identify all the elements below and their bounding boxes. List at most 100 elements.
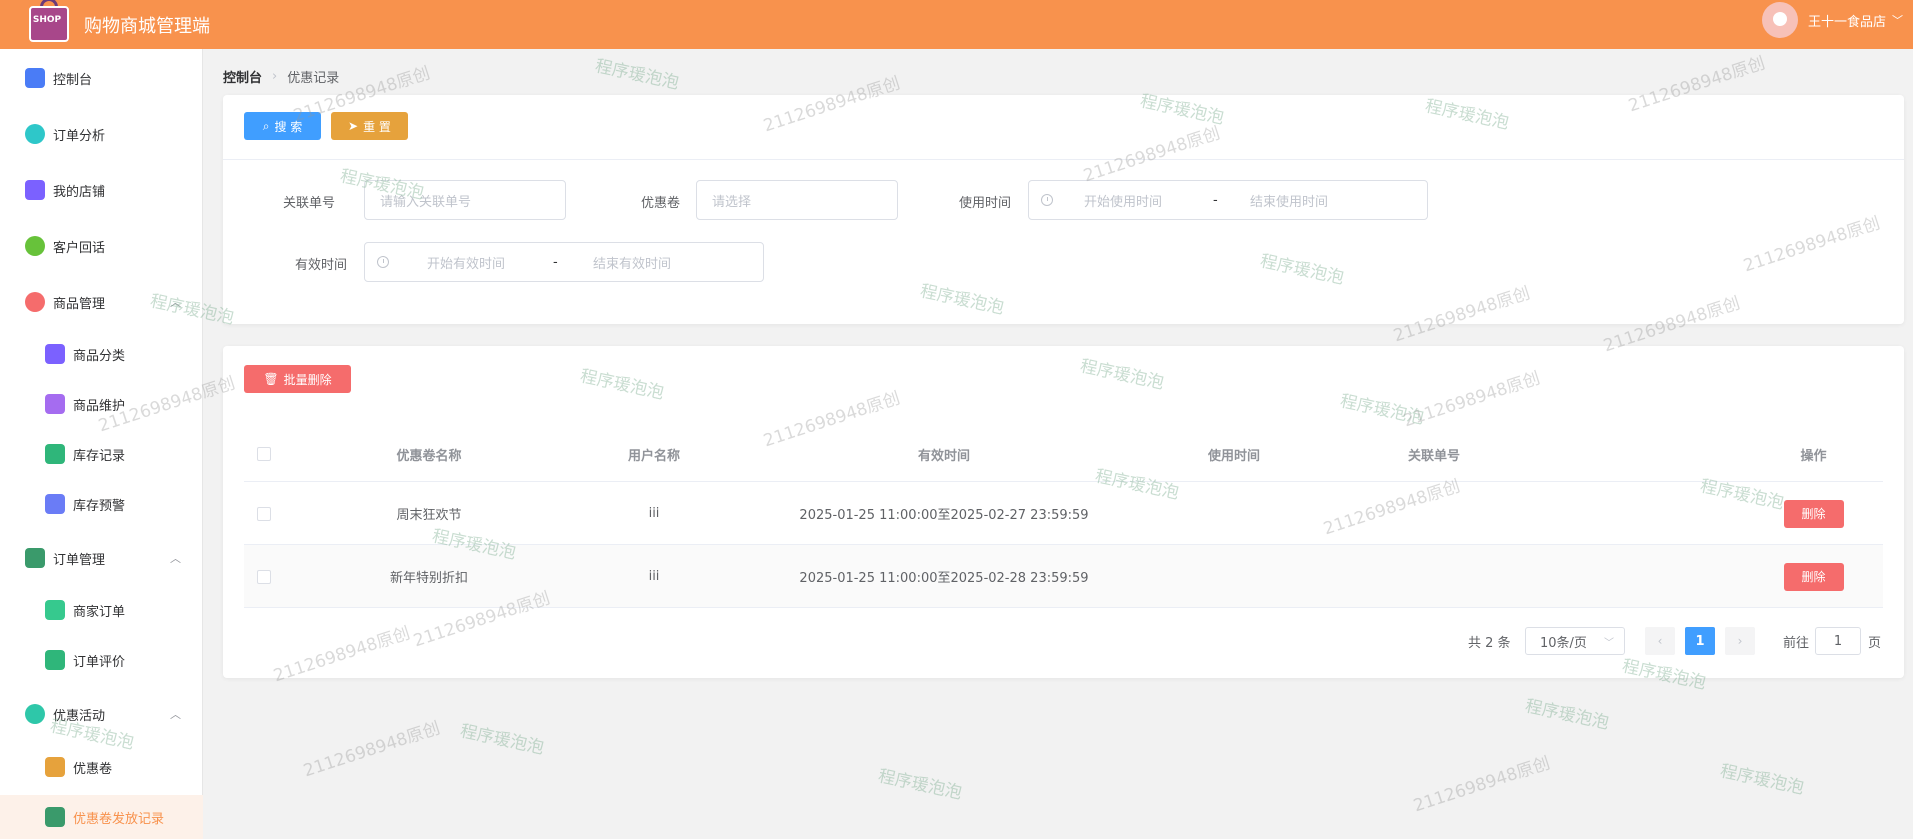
- sidebar-item-label: 库存记录: [73, 448, 126, 464]
- chevron-up-icon[interactable]: ︿: [170, 706, 181, 722]
- user-name-cell: iii: [648, 569, 660, 584]
- sidebar-item-coupons[interactable]: 优惠卷: [0, 747, 203, 787]
- sidebar-item-product-category[interactable]: 商品分类: [0, 334, 203, 374]
- order-number-label: 关联单号: [283, 196, 336, 211]
- sidebar-item-order-management[interactable]: 订单管理 ︿: [0, 538, 203, 578]
- clipboard-icon: [25, 548, 45, 568]
- breadcrumb-home[interactable]: 控制台: [223, 67, 262, 86]
- search-icon: ⌕: [262, 118, 270, 133]
- goto-page-input[interactable]: 1: [1815, 627, 1861, 655]
- goto-suffix: 页: [1868, 635, 1882, 651]
- chevron-up-icon[interactable]: ︿: [170, 550, 181, 566]
- bulk-delete-button[interactable]: 🗑 批量删除: [244, 365, 351, 393]
- watermark: 程序瑗泡泡: [1718, 761, 1806, 799]
- row-checkbox[interactable]: [244, 482, 284, 545]
- warehouse-icon: [45, 444, 65, 464]
- watermark: 2112698948原创: [1411, 753, 1553, 817]
- sidebar-item-product-maintenance[interactable]: 商品维护: [0, 384, 203, 424]
- chevron-right-icon: ›: [272, 69, 278, 84]
- prev-page-button[interactable]: ‹: [1645, 627, 1675, 655]
- dashboard-icon: [25, 68, 45, 88]
- table-header: 优惠卷名称 用户名称 有效时间 使用时间 关联单号 操作: [244, 426, 1883, 482]
- sidebar-item-label: 订单分析: [53, 128, 106, 144]
- briefcase-icon: [45, 394, 65, 414]
- valid-start-input[interactable]: 开始有效时间: [427, 253, 505, 272]
- search-panel: ⌕ 搜 索 ➤ 重 置 关联单号 请输入关联单号 优惠卷 请选择 使用时间 开始…: [223, 95, 1904, 324]
- send-icon: ➤: [348, 119, 359, 133]
- store-icon: [25, 180, 45, 200]
- app-title: 购物商城管理端: [84, 15, 210, 37]
- column-header[interactable]: 使用时间: [1134, 426, 1334, 482]
- trash-icon: 🗑: [263, 372, 279, 386]
- coupon-name-cell: 新年特别折扣: [389, 571, 468, 586]
- alert-icon: [45, 494, 65, 514]
- next-page-button[interactable]: ›: [1725, 627, 1755, 655]
- sidebar-item-merchant-orders[interactable]: 商家订单: [0, 590, 203, 630]
- select-all-checkbox[interactable]: [244, 426, 284, 482]
- record-icon: [45, 807, 65, 827]
- category-icon: [45, 344, 65, 364]
- sidebar-item-label: 客户回话: [53, 240, 106, 256]
- use-end-input[interactable]: 结束使用时间: [1250, 191, 1328, 210]
- order-number-input[interactable]: 请输入关联单号: [364, 180, 566, 220]
- sidebar-item-stock-alert[interactable]: 库存预警: [0, 484, 203, 524]
- divider: [223, 159, 1904, 160]
- sidebar-item-label: 商品维护: [73, 398, 126, 414]
- column-header[interactable]: 关联单号: [1334, 426, 1534, 482]
- column-header[interactable]: 有效时间: [754, 426, 1134, 482]
- sidebar-item-promotions[interactable]: 优惠活动 ︿: [0, 694, 203, 734]
- coupon-select[interactable]: 请选择: [696, 180, 898, 220]
- sidebar-item-label: 订单管理: [53, 552, 106, 568]
- valid-end-input[interactable]: 结束有效时间: [593, 253, 671, 272]
- breadcrumb-current: 优惠记录: [287, 71, 340, 86]
- watermark: 2112698948原创: [301, 718, 443, 782]
- user-menu[interactable]: 王十一食品店 ﹀: [1761, 0, 1903, 40]
- user-name-cell: iii: [648, 506, 660, 521]
- avatar[interactable]: [1761, 2, 1798, 38]
- bag-icon: [25, 292, 45, 312]
- gift-icon: [25, 704, 45, 724]
- valid-time-range[interactable]: 开始有效时间 - 结束有效时间: [364, 242, 764, 282]
- chevron-down-icon[interactable]: ﹀: [1892, 12, 1903, 28]
- goto-label: 前往: [1783, 635, 1810, 651]
- valid-time-label: 有效时间: [295, 258, 348, 273]
- sidebar-item-label: 优惠卷发放记录: [73, 811, 165, 827]
- column-header: 操作: [1800, 448, 1827, 464]
- search-button[interactable]: ⌕ 搜 索: [244, 112, 321, 140]
- breadcrumb: 控制台 › 优惠记录: [223, 67, 339, 86]
- sidebar-item-stock-record[interactable]: 库存记录: [0, 434, 203, 474]
- use-time-cell: [1134, 482, 1334, 545]
- reset-button[interactable]: ➤ 重 置: [331, 112, 408, 140]
- table-panel: 🗑 批量删除 优惠卷名称 用户名称 有效时间 使用时间 关联单号 操作 周末狂欢…: [223, 346, 1904, 678]
- watermark: 程序瑗泡泡: [593, 56, 681, 94]
- watermark: 程序瑗泡泡: [1523, 696, 1611, 734]
- user-name[interactable]: 王十一食品店: [1808, 11, 1886, 30]
- coupon-icon: [45, 757, 65, 777]
- top-header: SHOP 购物商城管理端 王十一食品店 ﹀: [0, 0, 1913, 49]
- watermark: 程序瑗泡泡: [458, 721, 546, 759]
- sidebar-item-customer-chat[interactable]: 客户回话: [0, 226, 203, 266]
- sidebar-item-product-management[interactable]: 商品管理 ︿: [0, 282, 203, 322]
- sidebar: 控制台 订单分析 我的店铺 客户回话 商品管理 ︿ 商品分类 商品维护 库存记录…: [0, 49, 203, 839]
- delete-button[interactable]: 删除: [1783, 562, 1844, 591]
- valid-time-cell: 2025-01-25 11:00:00至2025-02-27 23:59:59: [799, 508, 1089, 523]
- coupon-name-cell: 周末狂欢节: [396, 508, 462, 523]
- row-checkbox[interactable]: [244, 545, 284, 608]
- column-header[interactable]: 优惠卷名称: [304, 426, 554, 482]
- sidebar-item-coupon-records[interactable]: 优惠卷发放记录: [0, 795, 203, 839]
- page-size-select[interactable]: 10条/页 ﹀: [1525, 627, 1625, 655]
- use-time-range[interactable]: 开始使用时间 - 结束使用时间: [1028, 180, 1428, 220]
- sidebar-item-label: 库存预警: [73, 498, 126, 514]
- sidebar-item-order-analysis[interactable]: 订单分析: [0, 114, 203, 154]
- sidebar-item-my-store[interactable]: 我的店铺: [0, 170, 203, 210]
- page-number-current[interactable]: 1: [1685, 627, 1715, 655]
- use-start-input[interactable]: 开始使用时间: [1084, 191, 1162, 210]
- chevron-up-icon[interactable]: ︿: [170, 294, 181, 310]
- column-header[interactable]: 用户名称: [554, 426, 754, 482]
- sidebar-item-order-reviews[interactable]: 订单评价: [0, 640, 203, 680]
- valid-time-cell: 2025-01-25 11:00:00至2025-02-28 23:59:59: [799, 571, 1089, 586]
- clock-icon: [377, 256, 389, 268]
- watermark: 程序瑗泡泡: [876, 766, 964, 804]
- sidebar-item-dashboard[interactable]: 控制台: [0, 58, 203, 98]
- delete-button[interactable]: 删除: [1783, 499, 1844, 528]
